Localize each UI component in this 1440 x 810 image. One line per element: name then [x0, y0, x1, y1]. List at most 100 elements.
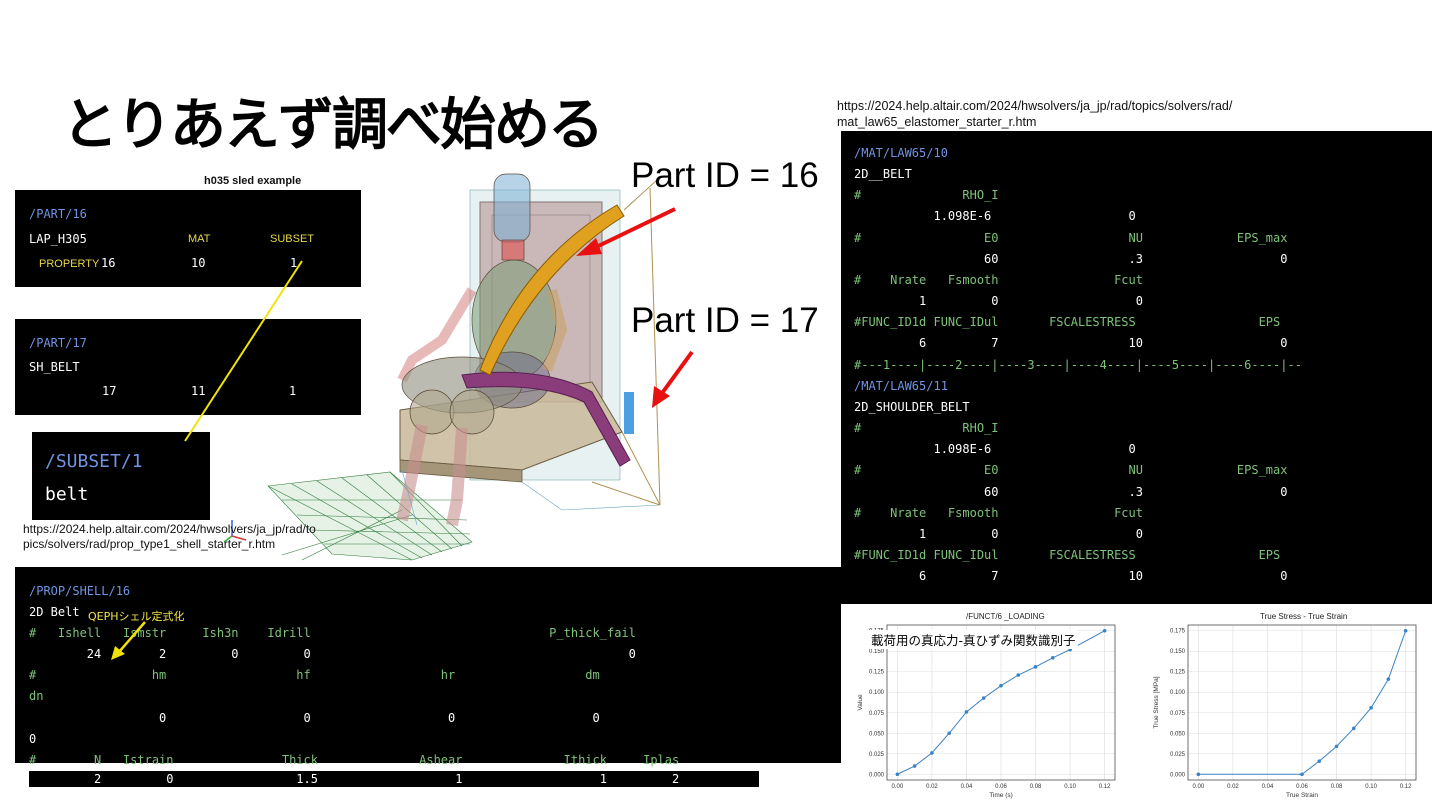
subset-name: belt [45, 484, 89, 505]
data-point [912, 764, 917, 768]
x-tick-label: 0.00 [892, 784, 904, 790]
mat11-f-head: #FUNC_ID1d FUNC_IDul FSCALESTRESS EPS [854, 548, 1281, 562]
y-tick-label: 0.125 [1170, 670, 1186, 676]
mat11-name: 2D_SHOULDER_BELT [854, 400, 970, 414]
y-tick-label: 0.025 [1170, 752, 1186, 758]
part16-header: /PART/16 [29, 207, 87, 221]
data-point [1352, 726, 1356, 731]
data-point [1102, 628, 1107, 633]
prop-shell-url[interactable]: https://2024.help.altair.com/2024/hwsolv… [23, 522, 316, 552]
y-axis-label: True Stress [MPa] [1153, 676, 1160, 728]
chart-loading-title: /FUNCT/6 _LOADING [966, 612, 1045, 621]
data-point [964, 710, 969, 714]
mat-law-url[interactable]: https://2024.help.altair.com/2024/hwsolv… [837, 98, 1232, 130]
x-tick-label: 0.06 [1296, 784, 1308, 790]
mat11-n-head: # Nrate Fsmooth Fcut [854, 506, 1143, 520]
arrow-part17 [658, 350, 694, 398]
data-point [981, 696, 986, 700]
mat10-name: 2D__BELT [854, 167, 912, 181]
mat11-header: /MAT/LAW65/11 [854, 379, 948, 393]
x-tick-label: 0.10 [1365, 784, 1377, 790]
part16-property-label: PROPERTY [39, 258, 100, 270]
prop-shell-url-line1: https://2024.help.altair.com/2024/hwsolv… [23, 522, 316, 536]
mat11-f-vals: 6 7 10 0 [854, 569, 1288, 583]
mat10-n-head: # Nrate Fsmooth Fcut [854, 273, 1143, 287]
slide-title: とりあえず調べ始める [62, 93, 604, 158]
data-point [999, 683, 1003, 688]
data-point [930, 751, 934, 755]
prop-l2-head: # hm hf hr dm [29, 668, 600, 682]
part16-name: LAP_H305 [29, 232, 87, 246]
y-axis-label: Value [857, 694, 864, 711]
x-tick-label: 0.10 [1064, 784, 1076, 790]
part17-label: Part ID = 17 [631, 301, 819, 340]
data-point [1016, 673, 1021, 677]
y-tick-label: 0.150 [1170, 649, 1186, 655]
chart-stress-strain-svg: 0.00 0.02 0.04 0.06 0.08 0.10 0.12 0.000 0.025 0.… [1153, 624, 1417, 799]
chart-overlay-text: 載荷用の真応力-真ひずみ関数識別子 [869, 630, 1078, 649]
data-point [947, 731, 951, 736]
mat11-e-vals: 60 .3 0 [854, 485, 1288, 499]
prop-name: 2D Belt [29, 605, 80, 619]
mat-law-url-line2: mat_law65_elastomer_starter_r.htm [837, 115, 1037, 129]
y-tick-label: 0.025 [869, 752, 885, 758]
x-tick-label: 0.06 [995, 784, 1007, 790]
part17-mat: 11 [191, 384, 206, 398]
mat10-e-vals: 60 .3 0 [854, 252, 1288, 266]
x-tick-label: 0.04 [1262, 784, 1274, 790]
y-tick-label: 0.000 [869, 772, 885, 778]
subset-panel: /SUBSET/1 belt [32, 432, 210, 520]
mat10-e-head: # E0 NU EPS_max [854, 231, 1288, 245]
prop-shell-panel: /PROP/SHELL/16 2D Belt # Ishell Ismstr I… [15, 567, 841, 767]
y-tick-label: 0.075 [869, 711, 885, 717]
prop-l4-head: # N Istrain Thick Ashear Ithick Iplas [29, 753, 680, 767]
x-tick-label: 0.08 [1030, 784, 1042, 790]
part17-property: 17 [102, 384, 117, 398]
mat-separator: #---1----|----2----|----3----|----4----|… [854, 358, 1302, 372]
y-tick-label: 0.075 [1170, 711, 1186, 717]
prop-shell-url-line2: pics/solvers/rad/prop_type1_shell_starte… [23, 537, 276, 551]
x-tick-label: 0.02 [1227, 784, 1239, 790]
y-tick-label: 0.000 [1170, 772, 1186, 778]
prop-l3-vals: 0 0 0 0 [29, 711, 600, 725]
data-point [1334, 744, 1339, 749]
y-tick-label: 0.100 [869, 690, 885, 696]
x-tick-label: 0.08 [1331, 784, 1343, 790]
y-tick-label: 0.150 [869, 649, 885, 655]
prop-shell-last-row: 2 0 1.5 1 1 2 [29, 771, 759, 787]
data-point [1300, 772, 1304, 777]
qeph-arrow [111, 621, 146, 660]
mat10-f-head: #FUNC_ID1d FUNC_IDul FSCALESTRESS EPS [854, 315, 1281, 329]
mat10-rho-head: # RHO_I [854, 188, 999, 202]
prop-l2-cont: dn [29, 689, 44, 703]
part17-name: SH_BELT [29, 360, 80, 374]
mat11-n-vals: 1 0 0 [854, 527, 1143, 541]
y-tick-label: 0.175 [1170, 629, 1186, 635]
belt-anchor [624, 392, 634, 434]
data-point [1033, 665, 1038, 669]
data-point [1369, 706, 1373, 710]
x-tick-label: 0.12 [1099, 784, 1111, 790]
x-tick-label: 0.00 [1193, 784, 1205, 790]
mat-law-url-line1: https://2024.help.altair.com/2024/hwsolv… [837, 99, 1233, 113]
x-tick-label: 0.12 [1400, 784, 1412, 790]
mat11-e-head: # E0 NU EPS_max [854, 463, 1288, 477]
mat11-rho-vals: 1.098E-6 0 [854, 442, 1136, 456]
mat11-rho-head: # RHO_I [854, 421, 999, 435]
y-tick-label: 0.125 [869, 670, 885, 676]
data-point [1196, 772, 1201, 777]
chart-stress-strain: True Stress - True Strain 0.00 0.02 0.04 0.… [1150, 608, 1424, 804]
x-tick-label: 0.04 [961, 784, 973, 790]
data-point [1051, 656, 1055, 660]
data-point [895, 772, 900, 777]
x-axis-label: Time (s) [989, 792, 1013, 799]
prop-header: /PROP/SHELL/16 [29, 584, 131, 598]
part16-mat: 10 [191, 256, 206, 270]
mat-law65-panel: /MAT/LAW65/10 2D__BELT # RHO_I 1.098E-6 … [841, 131, 1432, 604]
x-tick-label: 0.02 [926, 784, 938, 790]
sled-model-image [267, 173, 661, 561]
y-tick-label: 0.050 [1170, 731, 1186, 737]
prop-l4-vals: 2 0 1.5 1 1 2 [29, 772, 680, 786]
data-point [1386, 677, 1391, 681]
mat10-n-vals: 1 0 0 [854, 294, 1143, 308]
